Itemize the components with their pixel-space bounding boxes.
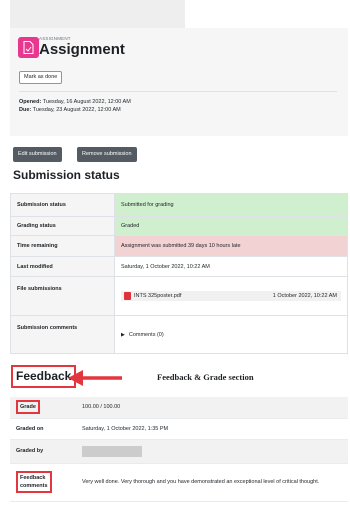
row-label: Graded on: [10, 418, 76, 440]
submission-status-value: Submitted for grading: [114, 193, 348, 217]
table-row: File submissions INTS 325poster.pdf 1 Oc…: [10, 276, 348, 316]
submission-status-heading: Submission status: [13, 168, 120, 182]
top-strip: [10, 0, 185, 28]
comments-toggle[interactable]: ▶ Comments (0): [121, 332, 341, 338]
table-row: Graded by: [10, 439, 348, 464]
graded-on-value: Saturday, 1 October 2022, 1:35 PM: [76, 418, 348, 440]
comments-link[interactable]: Comments (0): [129, 332, 164, 338]
due-date: Due: Tuesday, 23 August 2022, 12:00 AM: [19, 107, 121, 113]
mark-as-done-button[interactable]: Mark as done: [19, 71, 63, 84]
activity-header: ASSIGNMENT Assignment Mark as done Opene…: [10, 28, 348, 136]
table-row: Last modified Saturday, 1 October 2022, …: [10, 256, 348, 277]
table-row: Grading status Graded: [10, 216, 348, 236]
row-label: Grading status: [10, 216, 115, 236]
feedback-comments-label: Feedback comments: [16, 471, 52, 493]
graded-by-value: [76, 439, 348, 464]
table-row: Submission status Submitted for grading: [10, 193, 348, 217]
feedback-comments-label-cell: Feedback comments: [10, 463, 76, 502]
grade-label-cell: Grade: [10, 397, 76, 419]
row-label: Submission comments: [10, 315, 115, 354]
table-row: Grade 100.00 / 100.00: [10, 397, 348, 419]
table-row: Graded on Saturday, 1 October 2022, 1:35…: [10, 418, 348, 440]
row-label: Last modified: [10, 256, 115, 277]
annotation-caption: Feedback & Grade section: [157, 372, 254, 382]
activity-dates: Opened: Tuesday, 16 August 2022, 12:00 A…: [19, 98, 131, 114]
row-label: File submissions: [10, 276, 115, 316]
file-name-link[interactable]: INTS 325poster.pdf: [134, 293, 267, 299]
row-label: Graded by: [10, 439, 76, 464]
divider: [19, 91, 337, 92]
row-label: Time remaining: [10, 235, 115, 257]
file-date: 1 October 2022, 10:22 AM: [272, 293, 337, 299]
annotation-arrow-icon: [68, 370, 122, 386]
edit-submission-button[interactable]: Edit submission: [13, 147, 62, 162]
opened-date: Opened: Tuesday, 16 August 2022, 12:00 A…: [19, 99, 131, 105]
submission-status-table: Submission status Submitted for grading …: [10, 193, 348, 354]
assignment-file-icon: [18, 37, 39, 58]
time-remaining-value: Assignment was submitted 39 days 10 hour…: [114, 235, 348, 257]
caret-right-icon: ▶: [121, 331, 125, 338]
file-submissions-cell: INTS 325poster.pdf 1 October 2022, 10:22…: [114, 276, 348, 316]
feedback-heading: Feedback: [11, 365, 77, 388]
file-item[interactable]: INTS 325poster.pdf 1 October 2022, 10:22…: [121, 291, 341, 301]
grading-status-value: Graded: [114, 216, 348, 236]
last-modified-value: Saturday, 1 October 2022, 10:22 AM: [114, 256, 348, 277]
feedback-table: Grade 100.00 / 100.00 Graded on Saturday…: [10, 397, 348, 502]
submission-comments-cell: ▶ Comments (0): [114, 315, 348, 354]
remove-submission-button[interactable]: Remove submission: [77, 147, 137, 162]
feedback-comments-value: Very well done. Very thorough and you ha…: [76, 463, 348, 502]
table-row: Time remaining Assignment was submitted …: [10, 235, 348, 257]
row-label: Submission status: [10, 193, 115, 217]
page-title: Assignment: [39, 41, 125, 58]
grade-label: Grade: [16, 400, 40, 415]
table-row: Submission comments ▶ Comments (0): [10, 315, 348, 354]
pdf-file-icon: [124, 292, 131, 300]
table-row: Feedback comments Very well done. Very th…: [10, 463, 348, 502]
grade-value: 100.00 / 100.00: [76, 397, 348, 419]
redacted-grader-name: [82, 445, 142, 457]
